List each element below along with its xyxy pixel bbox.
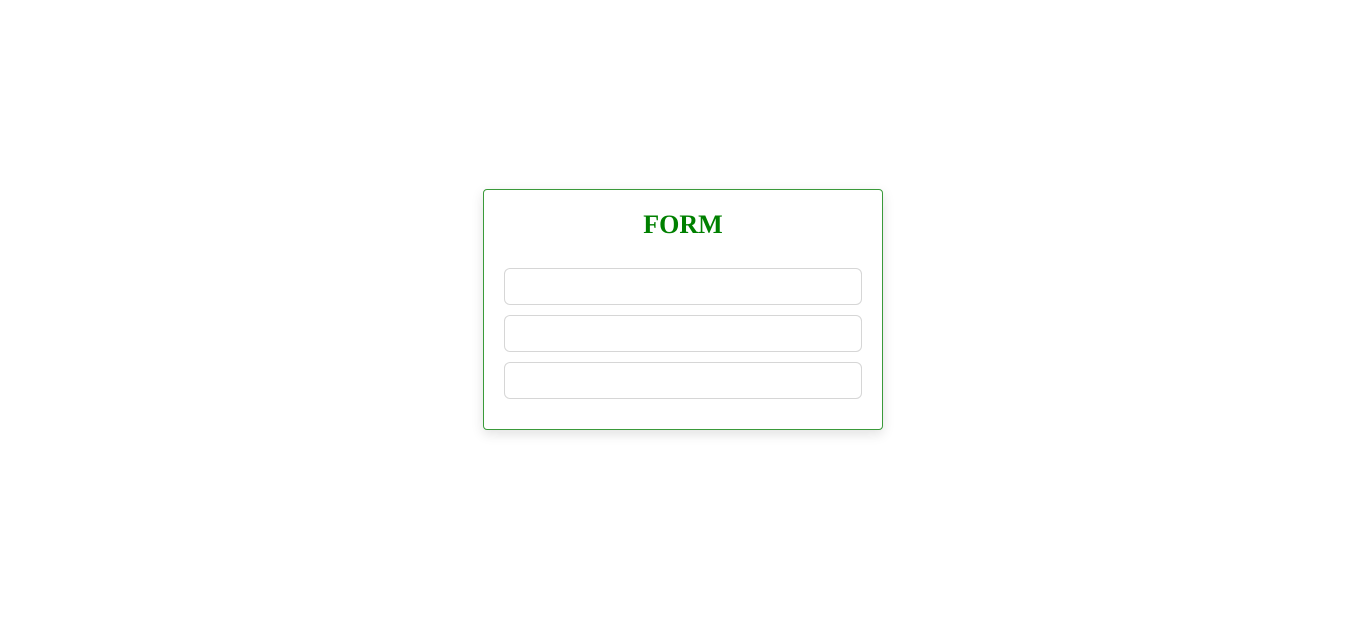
- form-card: FORM: [483, 189, 883, 430]
- page: FORM: [0, 0, 1366, 619]
- form-title: FORM: [643, 210, 723, 239]
- form-field-3[interactable]: [504, 362, 862, 399]
- form-field-1[interactable]: [504, 268, 862, 305]
- form-field-2[interactable]: [504, 315, 862, 352]
